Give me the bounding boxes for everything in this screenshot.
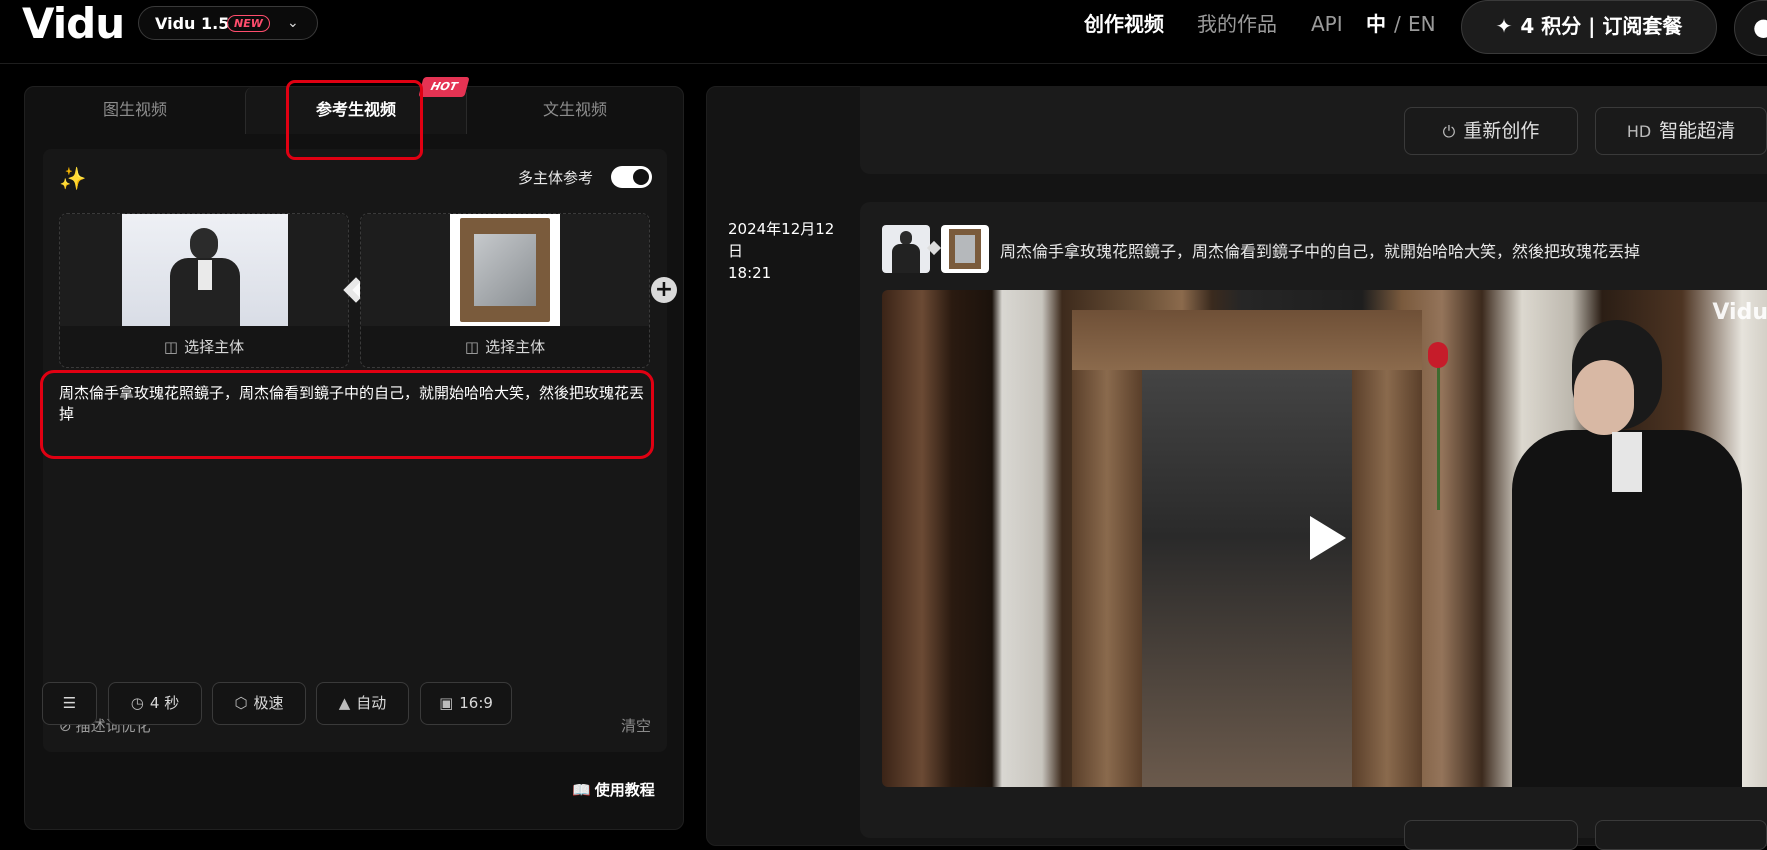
- clock-icon: ◷: [130, 694, 144, 712]
- play-icon[interactable]: [1310, 516, 1346, 560]
- reference-thumb-2: [941, 225, 989, 273]
- video-player[interactable]: Vidu: [882, 290, 1767, 787]
- motion-icon: ▲: [338, 694, 351, 712]
- generation-timestamp: 2024年12月12日 18:21: [728, 218, 848, 284]
- recreate-button[interactable]: ⏻ 重新创作: [1404, 107, 1578, 155]
- select-subject-icon: ◫: [163, 338, 179, 356]
- ratio-icon: ▣: [439, 694, 454, 712]
- speed-button[interactable]: ⬡ 极速: [212, 682, 306, 725]
- reference-thumb-1: [882, 225, 930, 273]
- duration-button[interactable]: ◷ 4 秒: [108, 682, 202, 725]
- subject-slot-1[interactable]: ◫ 选择主体: [59, 213, 349, 368]
- subscribe-button[interactable]: ✦ 4 积分 | 订阅套餐: [1461, 0, 1717, 54]
- nav-create-video[interactable]: 创作视频: [1084, 10, 1164, 38]
- hot-badge: HOT: [418, 77, 470, 97]
- credits-subscribe-label: 4 积分 | 订阅套餐: [1520, 14, 1683, 38]
- chevron-down-icon: ⌄: [287, 15, 299, 31]
- select-subject-2[interactable]: ◫ 选择主体: [361, 336, 649, 357]
- subject-thumbnail-2: [361, 214, 649, 326]
- add-subject-icon[interactable]: +: [651, 277, 677, 303]
- select-subject-icon: ◫: [464, 338, 480, 356]
- model-version-selector[interactable]: Vidu 1.5 NEW ⌄: [138, 6, 318, 40]
- header-divider: [0, 63, 1767, 64]
- new-badge: NEW: [227, 15, 270, 32]
- person-image: [122, 214, 288, 326]
- mirror-image: [450, 214, 560, 326]
- toggle-knob: [633, 169, 649, 185]
- lang-zh[interactable]: 中: [1366, 10, 1386, 38]
- multi-subject-label: 多主体参考: [518, 169, 594, 187]
- subject-thumbnail-1: [60, 214, 348, 326]
- vidu-logo[interactable]: Vidu: [22, 0, 125, 48]
- lang-en[interactable]: EN: [1408, 10, 1436, 38]
- highlight-box-tab: [286, 80, 423, 160]
- book-icon: 📖: [572, 781, 591, 799]
- generation-time: 18:21: [728, 264, 772, 282]
- clear-button[interactable]: 清空: [621, 715, 651, 736]
- select-subject-1[interactable]: ◫ 选择主体: [60, 336, 348, 357]
- camera-refresh-icon: ⏻: [1442, 122, 1456, 141]
- model-version-name: Vidu 1.5: [155, 14, 230, 33]
- result-prompt: 周杰倫手拿玫瑰花照鏡子，周杰倫看到鏡子中的自己，就開始哈哈大笑，然後把玫瑰花丟掉: [1000, 242, 1641, 261]
- hd-icon: HD: [1626, 122, 1652, 141]
- nav-my-works[interactable]: 我的作品: [1197, 10, 1277, 38]
- subject-slot-2[interactable]: ◫ 选择主体: [360, 213, 650, 368]
- aspect-ratio-button[interactable]: ▣ 16:9: [420, 682, 512, 725]
- highlight-box-prompt: [40, 370, 654, 459]
- nav-api[interactable]: API: [1311, 10, 1343, 38]
- generation-date: 2024年12月12日: [728, 220, 835, 260]
- sliders-icon: ☰: [62, 694, 77, 712]
- upscale-button[interactable]: HD 智能超清: [1595, 107, 1767, 155]
- next-upscale-button[interactable]: [1595, 820, 1767, 850]
- next-recreate-button[interactable]: [1404, 820, 1578, 850]
- lang-separator: /: [1394, 12, 1401, 36]
- tutorial-link[interactable]: 📖 使用教程: [572, 779, 655, 800]
- magic-wand-icon[interactable]: ✨: [59, 167, 86, 192]
- camera-mode-button[interactable]: ▲ 自动: [316, 682, 409, 725]
- cube-icon: ⬡: [234, 694, 248, 712]
- sparkle-icon: ✦: [1495, 14, 1513, 38]
- vidu-watermark: Vidu: [1712, 300, 1767, 325]
- bell-icon: ●: [1753, 13, 1767, 41]
- notification-button[interactable]: ●: [1734, 0, 1767, 56]
- settings-button[interactable]: ☰: [42, 682, 97, 725]
- multi-subject-toggle[interactable]: [611, 166, 652, 188]
- tab-image-to-video[interactable]: 图生视频: [25, 87, 245, 134]
- tab-text-to-video[interactable]: 文生视频: [465, 87, 685, 134]
